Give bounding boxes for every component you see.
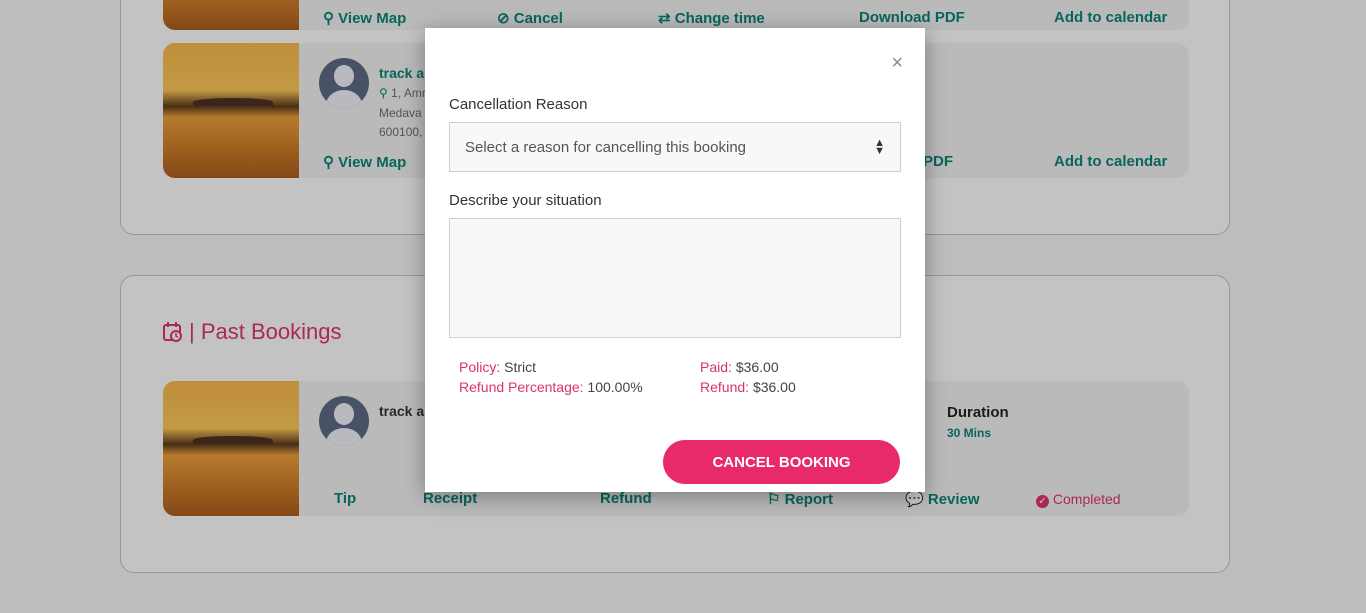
cancel-booking-modal: × Cancellation Reason Select a reason fo… (425, 28, 925, 492)
policy-info: Policy: Strict (459, 359, 537, 375)
sort-arrows-icon: ▲ ▼ (874, 137, 885, 157)
paid-info: Paid: $36.00 (700, 359, 779, 375)
refund-info: Refund: $36.00 (700, 379, 796, 395)
close-icon[interactable]: × (891, 52, 903, 75)
refund-percentage-info: Refund Percentage: 100.00% (459, 379, 643, 395)
situation-textarea[interactable] (449, 218, 901, 338)
describe-situation-label: Describe your situation (449, 192, 602, 209)
cancel-booking-button[interactable]: CANCEL BOOKING (663, 440, 900, 484)
select-placeholder: Select a reason for cancelling this book… (465, 138, 747, 156)
cancellation-reason-label: Cancellation Reason (449, 96, 588, 113)
cancellation-reason-select[interactable]: Select a reason for cancelling this book… (449, 122, 901, 172)
